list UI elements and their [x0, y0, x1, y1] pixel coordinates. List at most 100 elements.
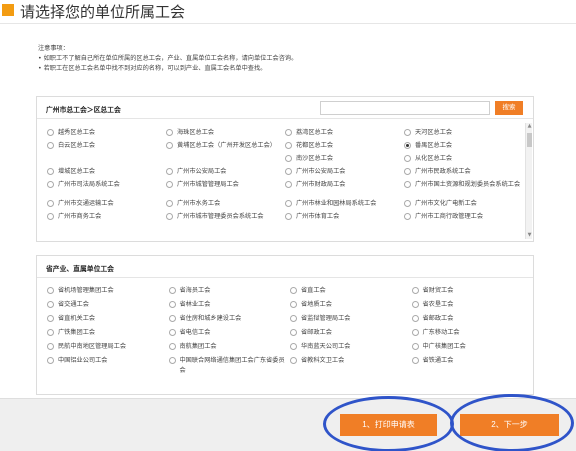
union-option[interactable]: 华南蓝天公司工会	[290, 342, 412, 356]
radio-button[interactable]	[166, 168, 173, 175]
union-option[interactable]: 省铁通工会	[411, 356, 534, 376]
radio-button[interactable]	[290, 301, 297, 308]
scroll-down-icon[interactable]: ▼	[526, 232, 533, 239]
union-option[interactable]: 省电信工会	[168, 328, 291, 342]
union-option[interactable]: 南航集团工会	[168, 342, 291, 356]
union-option[interactable]: 荔湾区总工会	[285, 128, 404, 141]
radio-button[interactable]	[166, 129, 173, 136]
radio-button[interactable]	[404, 168, 411, 175]
radio-button[interactable]	[404, 142, 411, 149]
union-option[interactable]: 广州市司法局系统工会	[47, 180, 166, 199]
union-option[interactable]: 省林业工会	[168, 300, 291, 314]
union-option[interactable]: 广州市民政系统工会	[404, 167, 523, 180]
next-step-button[interactable]: 2、下一步	[460, 414, 559, 436]
radio-button[interactable]	[411, 329, 419, 336]
radio-button[interactable]	[411, 287, 419, 294]
union-option[interactable]: 广东移动工会	[411, 328, 534, 342]
union-option[interactable]: 广铁集团工会	[47, 328, 169, 342]
union-option[interactable]: 省地质工会	[290, 300, 412, 314]
radio-button[interactable]	[47, 329, 54, 336]
radio-button[interactable]	[166, 213, 173, 220]
union-option[interactable]: 省机场管理集团工会	[47, 286, 169, 300]
radio-button[interactable]	[47, 287, 54, 294]
union-option[interactable]: 海珠区总工会	[166, 128, 285, 141]
radio-button[interactable]	[290, 287, 297, 294]
union-option[interactable]: 广州市体育工会	[285, 212, 404, 225]
union-option[interactable]: 广州市城管管理局工会	[166, 180, 285, 199]
union-option[interactable]: 广州市商务工会	[47, 212, 166, 225]
radio-button[interactable]	[404, 155, 411, 162]
union-option[interactable]: 越秀区总工会	[47, 128, 166, 141]
scroll-up-icon[interactable]: ▲	[526, 123, 533, 130]
radio-button[interactable]	[47, 142, 54, 149]
radio-button[interactable]	[404, 213, 411, 220]
radio-button[interactable]	[168, 329, 176, 336]
union-option[interactable]: 黄埔区总工会（广州开发区总工会）	[166, 141, 285, 154]
union-option[interactable]: 省海员工会	[168, 286, 291, 300]
union-option[interactable]: 省教科文卫工会	[290, 356, 412, 376]
union-option[interactable]: 省财贸工会	[411, 286, 534, 300]
radio-button[interactable]	[285, 155, 292, 162]
radio-button[interactable]	[47, 168, 54, 175]
union-option[interactable]: 省农垦工会	[411, 300, 534, 314]
radio-button[interactable]	[168, 301, 176, 308]
union-option[interactable]: 省交通工会	[47, 300, 169, 314]
radio-button[interactable]	[285, 142, 292, 149]
scroll-thumb[interactable]	[527, 133, 532, 147]
union-option[interactable]: 广州市国土资源和规划委员会系统工会	[404, 180, 523, 199]
radio-button[interactable]	[285, 200, 292, 207]
print-application-button[interactable]: 1、打印申请表	[340, 414, 437, 436]
radio-button[interactable]	[404, 129, 411, 136]
union-option[interactable]: 天河区总工会	[404, 128, 523, 141]
radio-button[interactable]	[47, 181, 54, 188]
union-option[interactable]: 南沙区总工会	[285, 154, 404, 167]
radio-button[interactable]	[411, 343, 419, 350]
union-option[interactable]: 省邮政工会	[290, 328, 412, 342]
radio-button[interactable]	[285, 213, 292, 220]
union-option[interactable]: 省直机关工会	[47, 314, 169, 328]
radio-button[interactable]	[290, 343, 297, 350]
search-input[interactable]	[320, 101, 490, 115]
radio-button[interactable]	[47, 129, 54, 136]
union-option[interactable]: 增城区总工会	[47, 167, 166, 180]
radio-button[interactable]	[47, 315, 54, 322]
union-option[interactable]: 广州市文化广电新工会	[404, 199, 523, 212]
radio-button[interactable]	[168, 287, 176, 294]
union-option[interactable]: 广州市公安局工会	[166, 167, 285, 180]
union-option[interactable]: 省住房和城乡建设工会	[168, 314, 291, 328]
union-option[interactable]: 广州市林业和园林局系统工会	[285, 199, 404, 212]
radio-button[interactable]	[166, 181, 173, 188]
union-option[interactable]: 番禺区总工会	[404, 141, 523, 154]
radio-button[interactable]	[404, 200, 411, 207]
radio-button[interactable]	[166, 142, 173, 149]
union-option[interactable]: 广州市公安局工会	[285, 167, 404, 180]
radio-button[interactable]	[411, 357, 419, 364]
union-option[interactable]: 白云区总工会	[47, 141, 166, 154]
radio-button[interactable]	[168, 343, 176, 350]
radio-button[interactable]	[285, 181, 292, 188]
union-option[interactable]: 中国铝业公司工会	[47, 356, 169, 376]
union-option[interactable]: 中广核集团工会	[411, 342, 534, 356]
search-button[interactable]: 搜索	[495, 101, 523, 115]
union-option[interactable]: 广州市财政局工会	[285, 180, 404, 199]
union-option[interactable]: 广州市交通运输工会	[47, 199, 166, 212]
union-option[interactable]: 花都区总工会	[285, 141, 404, 154]
radio-button[interactable]	[290, 329, 297, 336]
union-option[interactable]: 民航中南地区管理局工会	[47, 342, 169, 356]
radio-button[interactable]	[168, 315, 176, 322]
radio-button[interactable]	[47, 301, 54, 308]
union-option[interactable]: 省邮政工会	[411, 314, 534, 328]
radio-button[interactable]	[411, 301, 419, 308]
union-option[interactable]: 省直工会	[290, 286, 412, 300]
radio-button[interactable]	[411, 315, 419, 322]
radio-button[interactable]	[290, 315, 297, 322]
radio-button[interactable]	[47, 357, 54, 364]
union-option[interactable]: 从化区总工会	[404, 154, 523, 167]
radio-button[interactable]	[290, 357, 297, 364]
radio-button[interactable]	[166, 200, 173, 207]
union-option[interactable]: 广州市工商行政管理工会	[404, 212, 523, 225]
radio-button[interactable]	[285, 129, 292, 136]
radio-button[interactable]	[47, 200, 54, 207]
radio-button[interactable]	[47, 343, 54, 350]
radio-button[interactable]	[47, 213, 54, 220]
